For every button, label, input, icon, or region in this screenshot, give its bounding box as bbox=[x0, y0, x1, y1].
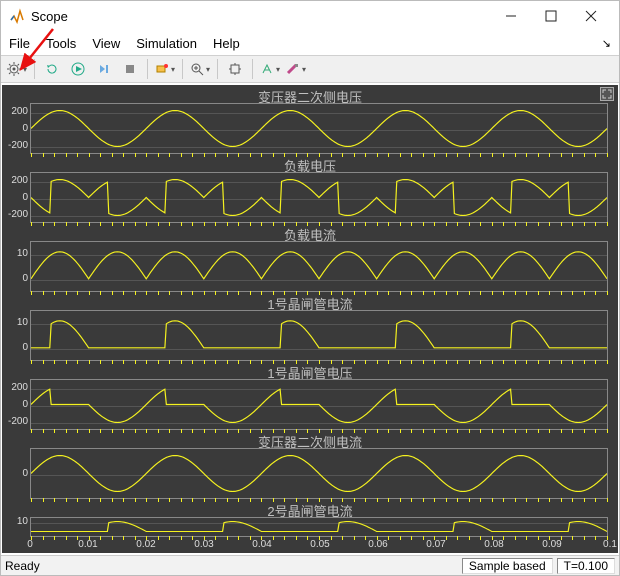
autoscale-button[interactable] bbox=[223, 58, 247, 80]
window-title: Scope bbox=[31, 9, 68, 24]
maximize-button[interactable] bbox=[531, 2, 571, 30]
waveform bbox=[31, 104, 607, 153]
step-forward-button[interactable] bbox=[92, 58, 116, 80]
menu-overflow-icon[interactable]: ↘ bbox=[602, 37, 611, 50]
x-tick-label: 0 bbox=[27, 539, 33, 550]
axes[interactable] bbox=[30, 241, 608, 292]
waveform bbox=[31, 242, 607, 291]
axes[interactable] bbox=[30, 103, 608, 154]
y-tick-label: -200 bbox=[2, 210, 28, 220]
x-tick-label: 0.07 bbox=[426, 539, 445, 550]
menu-view[interactable]: View bbox=[92, 36, 120, 51]
status-mode: Sample based bbox=[462, 558, 553, 574]
y-tick-label: 0 bbox=[2, 469, 28, 479]
y-tick-label: 10 bbox=[2, 517, 28, 527]
x-tick-label: 0.03 bbox=[194, 539, 213, 550]
y-tick-label: 200 bbox=[2, 107, 28, 117]
y-tick-label: 0 bbox=[2, 274, 28, 284]
y-tick-label: 200 bbox=[2, 383, 28, 393]
minimize-button[interactable] bbox=[491, 2, 531, 30]
waveform bbox=[31, 380, 607, 429]
x-tick-label: 0.05 bbox=[310, 539, 329, 550]
x-tick-label: 0.04 bbox=[252, 539, 271, 550]
title-bar: Scope bbox=[1, 1, 619, 31]
configure-button[interactable] bbox=[5, 58, 29, 80]
measurements-button[interactable] bbox=[258, 58, 282, 80]
waveform bbox=[31, 311, 607, 360]
y-tick-label: 0 bbox=[2, 343, 28, 353]
menu-simulation[interactable]: Simulation bbox=[136, 36, 197, 51]
toolbar bbox=[1, 55, 619, 83]
waveform bbox=[31, 173, 607, 222]
highlight-button[interactable] bbox=[153, 58, 177, 80]
stop-button[interactable] bbox=[118, 58, 142, 80]
close-button[interactable] bbox=[571, 2, 611, 30]
zoom-button[interactable] bbox=[188, 58, 212, 80]
menu-bar: File Tools View Simulation Help ↘ bbox=[1, 31, 619, 55]
run-button[interactable] bbox=[66, 58, 90, 80]
x-tick-label: 0.06 bbox=[368, 539, 387, 550]
y-tick-label: -200 bbox=[2, 141, 28, 151]
x-tick-label: 0.1 bbox=[603, 539, 617, 550]
restart-button[interactable] bbox=[40, 58, 64, 80]
y-tick-label: 0 bbox=[2, 400, 28, 410]
axes[interactable] bbox=[30, 379, 608, 430]
status-time: T=0.100 bbox=[557, 558, 615, 574]
status-bar: Ready Sample based T=0.100 bbox=[1, 555, 619, 575]
x-tick-label: 0.02 bbox=[136, 539, 155, 550]
axes[interactable] bbox=[30, 517, 608, 537]
matlab-icon bbox=[9, 8, 25, 24]
axes[interactable] bbox=[30, 448, 608, 499]
x-tick-label: 0.08 bbox=[484, 539, 503, 550]
axes[interactable] bbox=[30, 172, 608, 223]
y-tick-label: 10 bbox=[2, 249, 28, 259]
waveform bbox=[31, 449, 607, 498]
menu-help[interactable]: Help bbox=[213, 36, 240, 51]
axes[interactable] bbox=[30, 310, 608, 361]
y-tick-label: 200 bbox=[2, 176, 28, 186]
waveform bbox=[31, 518, 607, 536]
x-tick-label: 0.09 bbox=[542, 539, 561, 550]
x-tick-label: 0.01 bbox=[78, 539, 97, 550]
menu-tools[interactable]: Tools bbox=[46, 36, 76, 51]
menu-file[interactable]: File bbox=[9, 36, 30, 51]
y-tick-label: -200 bbox=[2, 417, 28, 427]
status-ready: Ready bbox=[5, 559, 40, 573]
y-tick-label: 0 bbox=[2, 124, 28, 134]
y-tick-label: 10 bbox=[2, 318, 28, 328]
triggers-button[interactable] bbox=[284, 58, 308, 80]
y-tick-label: 0 bbox=[2, 193, 28, 203]
scope-plot-area[interactable]: 变压器二次侧电压-2000200负载电压-2000200负载电流0101号晶闸管… bbox=[2, 85, 618, 553]
